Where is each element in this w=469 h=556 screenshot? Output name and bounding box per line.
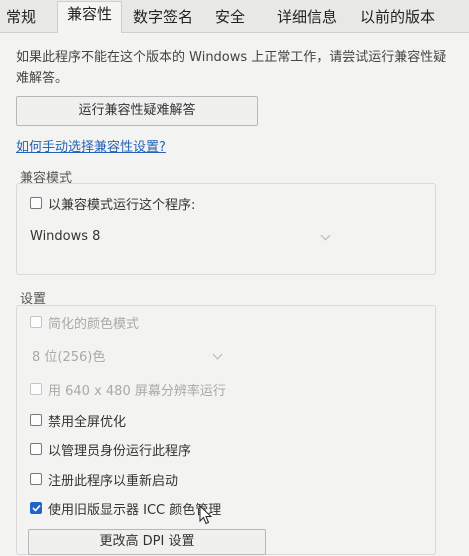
compat-mode-checkbox-row[interactable]: 以兼容模式运行这个程序:	[30, 193, 195, 213]
color-depth-select-value: 8 位(256)色	[32, 349, 106, 365]
run-as-admin-row[interactable]: 以管理员身份运行此程序	[30, 439, 191, 459]
change-dpi-button[interactable]: 更改高 DPI 设置	[28, 529, 266, 555]
reduced-color-checkbox[interactable]	[30, 316, 42, 328]
register-restart-checkbox[interactable]	[30, 473, 42, 485]
run-as-admin-label: 以管理员身份运行此程序	[48, 443, 192, 459]
register-restart-label: 注册此程序以重新启动	[48, 473, 179, 489]
compat-mode-select[interactable]: Windows 8	[30, 223, 331, 249]
compat-mode-checkbox[interactable]	[30, 197, 42, 209]
tab-details[interactable]: 详细信息	[277, 6, 337, 27]
tab-previous-versions[interactable]: 以前的版本	[360, 6, 435, 27]
resolution-checkbox[interactable]	[30, 383, 42, 395]
reduced-color-row[interactable]: 简化的颜色模式	[30, 312, 139, 332]
register-restart-row[interactable]: 注册此程序以重新启动	[30, 469, 178, 489]
legacy-icc-checkbox[interactable]	[30, 502, 42, 514]
color-depth-select[interactable]: 8 位(256)色	[32, 342, 223, 368]
resolution-label: 用 640 x 480 屏幕分辨率运行	[48, 383, 226, 399]
legacy-icc-label: 使用旧版显示器 ICC 颜色管理	[48, 502, 222, 518]
compat-mode-select-value: Windows 8	[30, 228, 101, 244]
legacy-icc-row[interactable]: 使用旧版显示器 ICC 颜色管理	[30, 498, 221, 518]
chevron-down-icon	[320, 230, 331, 241]
fullscreen-opt-row[interactable]: 禁用全屏优化	[30, 410, 126, 430]
tab-general[interactable]: 常规	[6, 6, 36, 27]
fullscreen-opt-checkbox[interactable]	[30, 414, 42, 426]
checkmark-icon	[31, 504, 41, 512]
resolution-row[interactable]: 用 640 x 480 屏幕分辨率运行	[30, 379, 226, 399]
compatibility-panel: 如果此程序不能在这个版本的 Windows 上正常工作，请尝试运行兼容性疑难解答…	[0, 33, 469, 556]
chevron-down-icon	[212, 349, 223, 360]
manual-settings-link[interactable]: 如何手动选择兼容性设置?	[16, 136, 166, 155]
tab-compatibility[interactable]: 兼容性	[57, 1, 123, 34]
mouse-pointer-icon	[199, 505, 213, 525]
fullscreen-opt-label: 禁用全屏优化	[48, 414, 127, 430]
compat-mode-checkbox-label: 以兼容模式运行这个程序:	[48, 197, 196, 213]
run-as-admin-checkbox[interactable]	[30, 443, 42, 455]
description-text: 如果此程序不能在这个版本的 Windows 上正常工作，请尝试运行兼容性疑难解答…	[16, 50, 447, 86]
tab-security[interactable]: 安全	[215, 6, 245, 27]
tab-digital-signatures[interactable]: 数字签名	[133, 6, 193, 27]
troubleshoot-button[interactable]: 运行兼容性疑难解答	[16, 96, 258, 126]
tab-bar: 常规 兼容性 数字签名 安全 详细信息 以前的版本	[0, 0, 469, 34]
reduced-color-label: 简化的颜色模式	[48, 316, 140, 332]
